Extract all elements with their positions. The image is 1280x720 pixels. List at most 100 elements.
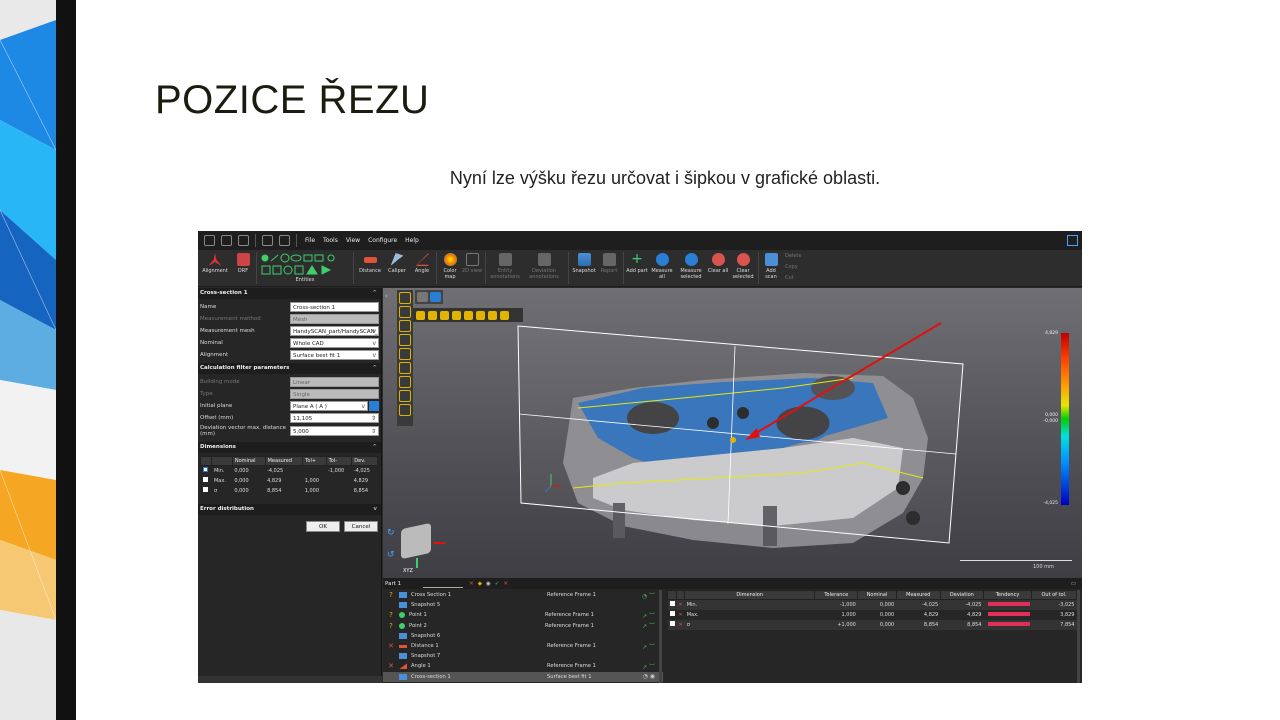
checkbox[interactable] [669,611,675,616]
column-header-check[interactable] [667,590,677,600]
rotate-right-icon[interactable]: ↺ [387,550,395,560]
redo-icon[interactable] [279,235,290,246]
section-header-error-distribution[interactable]: Error distribution v [198,503,381,515]
tree-row[interactable]: Snapshot 5 [383,600,663,610]
help-book-icon[interactable] [1067,235,1078,246]
angle-button[interactable]: Angle [410,250,434,286]
column-header-status[interactable] [675,590,686,600]
name-input[interactable]: Cross-section 1 [290,302,379,312]
view-cube[interactable] [401,522,431,560]
tree-row[interactable]: Snapshot 7 [383,651,663,661]
column-header[interactable]: Tol+ [302,456,327,466]
eye-icon[interactable]: ◉ [486,581,491,587]
plane-select[interactable]: Plane A ( A ) v [290,401,368,411]
table-row[interactable]: ✕ σ +1,000 0,000 8,854 8,854 7,854 [667,619,1077,630]
clear-all-button[interactable]: Clear all [706,250,730,286]
pick-plane-icon[interactable] [369,401,379,411]
new-file-icon[interactable] [221,235,232,246]
dock-icon[interactable]: ▭ [1071,581,1076,587]
menu-configure[interactable]: Configure [368,237,397,244]
section-header-cross-section[interactable]: Cross-section 1 ^ [198,288,381,299]
column-header-check[interactable] [199,456,213,466]
caliper-button[interactable]: Caliper [384,250,410,286]
column-header[interactable]: Dimension [684,590,816,600]
column-header[interactable]: Measured [895,590,941,600]
distance-button[interactable]: Distance [356,250,384,286]
alignment-select[interactable]: Surface best fit 1 v [290,350,379,360]
clear-icon[interactable]: ✕ [503,581,508,587]
spinner-icon[interactable]: ⇕ [371,414,376,424]
save-icon[interactable] [238,235,249,246]
plane-handle[interactable] [730,437,736,443]
ok-button[interactable]: OK [306,521,340,532]
checkbox[interactable] [202,487,208,492]
copy-button[interactable]: Copy [785,264,801,270]
chevron-up-icon[interactable]: ^ [372,442,377,453]
entity-annotations-button[interactable]: Entity annotations [488,250,522,286]
tree-scrollbar[interactable] [659,590,662,683]
section-header-dimensions[interactable]: Dimensions ^ [198,442,381,453]
checkbox[interactable] [202,467,208,473]
color-map-button[interactable]: Color map [439,250,461,286]
table-row[interactable]: ✕ Max. 1,000 0,000 4,829 4,829 3,829 [668,610,1077,620]
column-header[interactable]: Tendency [983,590,1032,600]
menu-file[interactable]: File [305,237,315,244]
results-scrollbar[interactable] [1077,590,1080,683]
measure-icon[interactable]: ✓ [495,581,500,587]
menu-view[interactable]: View [346,237,360,244]
devmax-input[interactable]: 5,000 ⇕ [290,426,379,436]
undo-icon[interactable] [262,235,273,246]
snapshot-button[interactable]: Snapshot [571,250,597,286]
column-header[interactable]: Nominal [231,456,266,466]
alignment-button[interactable]: Alignment [198,250,232,286]
chevron-up-icon[interactable]: ^ [372,288,377,299]
clear-selected-button[interactable]: Clear selected [730,250,756,286]
home-icon[interactable] [204,235,215,246]
2d-view-button[interactable]: 2D view [461,250,483,286]
drf-button[interactable]: DRF [232,250,254,286]
column-header[interactable]: Nominal [857,590,897,600]
rotate-left-icon[interactable]: ↻ [387,528,395,538]
add-scan-button[interactable]: Add scan [761,250,781,286]
deviation-annotations-button[interactable]: Deviation annotations [522,250,566,286]
clear-icon[interactable]: ✕ [469,581,474,587]
column-header[interactable]: Measured [264,456,304,466]
tree-row[interactable]: ? Cross Section 1 Reference Frame 1 ◔ ︶ [383,590,663,600]
tree-row[interactable]: ✕ Distance 1 Reference Frame 1 ↗ ︶ [383,641,663,651]
entities-group[interactable]: Entities [259,250,351,286]
tree-row[interactable]: ✕ Angle 1 Reference Frame 1 ↗ ︶ [383,661,663,671]
delete-button[interactable]: Delete [785,253,801,259]
tree-row[interactable]: ? Point 2 Reference Frame 1 ↗ ︶ [383,621,663,631]
section-header-filter[interactable]: Calculation filter parameters ^ [198,363,381,374]
graphic-area[interactable]: ‹ 4,829 0,000 -0,000 -4,025 ↻ ↺ XYZ 100 … [383,288,1082,578]
table-row[interactable]: Min. 0,000 -4,025 -1,000 -4,025 [201,466,378,476]
column-header[interactable]: Tol- [325,456,353,466]
checkbox[interactable] [202,477,208,482]
measure-all-button[interactable]: Measure all [648,250,676,286]
menu-tools[interactable]: Tools [323,237,338,244]
part-select[interactable] [423,580,464,588]
mesh-select[interactable]: HandySCAN_part/HandySCAN_ v [290,326,379,336]
table-row[interactable]: ✕ Min. -1,000 0,000 -4,025 -4,025 -3,025 [667,599,1077,610]
cut-button[interactable]: Cut [785,275,801,281]
nominal-select[interactable]: Whole CAD v [290,338,379,348]
column-header[interactable]: Deviation [939,590,985,600]
chevron-down-icon[interactable]: v [373,504,377,515]
table-row[interactable]: σ 0,000 8,854 1,000 8,854 [201,486,378,496]
menu-help[interactable]: Help [405,237,419,244]
add-part-button[interactable]: + Add part [626,250,648,286]
tree-row-selected[interactable]: Cross-section 1 Surface best fit 1 ◔ ◉ [383,671,663,682]
measure-selected-button[interactable]: Measure selected [676,250,706,286]
tree-row[interactable]: ? Point 1 Reference Frame 1 ↗ ︶ [383,610,663,620]
report-button[interactable]: Report [597,250,621,286]
tree-row[interactable]: Snapshot 6 [383,631,663,641]
checkbox[interactable] [669,621,675,626]
filter-icon[interactable]: ◆ [478,581,482,587]
column-header[interactable]: Dev. [351,456,378,466]
column-header-name[interactable] [211,456,233,466]
table-row[interactable]: Max. 0,000 4,829 1,000 4,829 [201,476,378,486]
checkbox[interactable] [669,601,675,607]
column-header[interactable]: Out of tol. [1031,590,1077,600]
chevron-up-icon[interactable]: ^ [372,363,377,374]
column-header[interactable]: Tolerance [814,590,859,600]
